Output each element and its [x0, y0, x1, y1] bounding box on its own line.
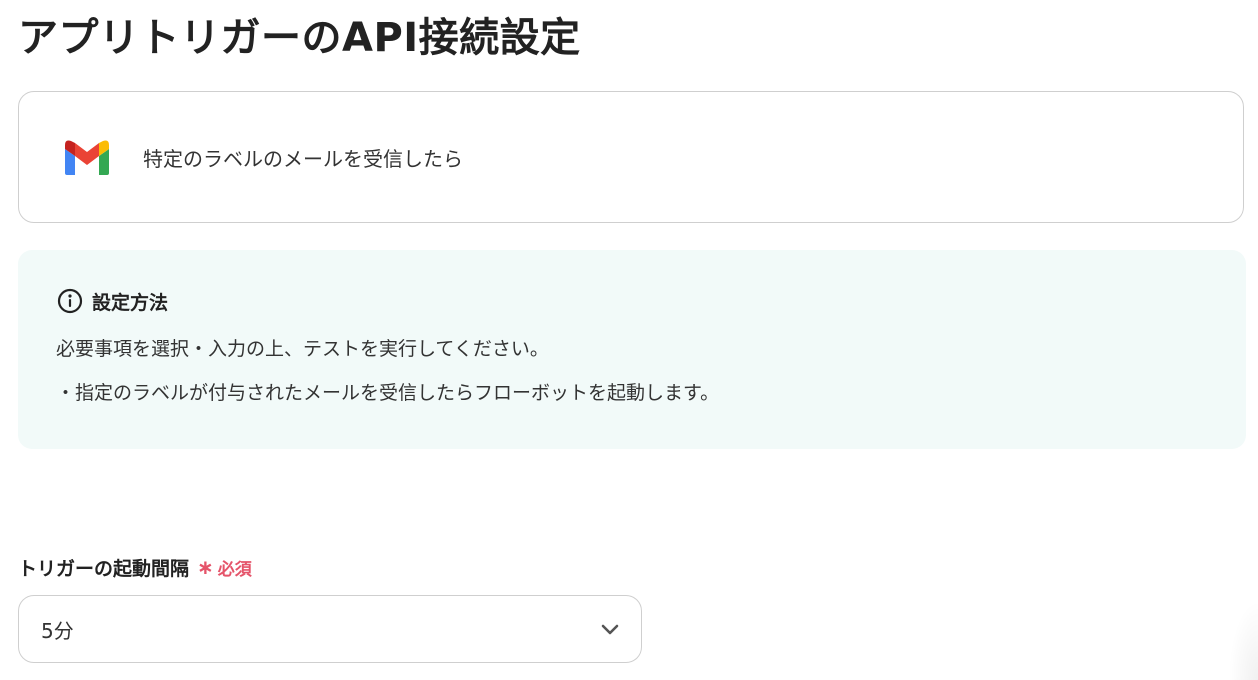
required-asterisk: ∗ [197, 555, 214, 579]
trigger-card: 特定のラベルのメールを受信したら [18, 91, 1244, 223]
info-header: 設定方法 [56, 286, 1208, 316]
page: アプリトリガーのAPI接続設定 特定のラベルのメールを受信したら 設定方法 必要… [0, 0, 1258, 680]
chevron-down-icon[interactable] [599, 618, 621, 640]
interval-field-label-row: トリガーの起動間隔 ∗ 必須 [18, 552, 252, 582]
info-box: 設定方法 必要事項を選択・入力の上、テストを実行してください。 ・指定のラベルが… [18, 250, 1246, 449]
info-line: 必要事項を選択・入力の上、テストを実行してください。 [56, 338, 549, 360]
gmail-icon [61, 137, 113, 177]
required-badge: 必須 [217, 559, 252, 580]
interval-field-label: トリガーの起動間隔 [18, 557, 190, 580]
info-icon [56, 287, 84, 315]
interval-select[interactable]: 5分 [18, 595, 642, 663]
info-line: ・指定のラベルが付与されたメールを受信したらフローボットを起動します。 [56, 382, 720, 404]
corner-shadow [1228, 600, 1258, 680]
interval-select-value: 5分 [41, 618, 74, 643]
info-title: 設定方法 [92, 291, 169, 314]
trigger-label: 特定のラベルのメールを受信したら [143, 146, 463, 171]
page-title: アプリトリガーのAPI接続設定 [18, 15, 581, 61]
